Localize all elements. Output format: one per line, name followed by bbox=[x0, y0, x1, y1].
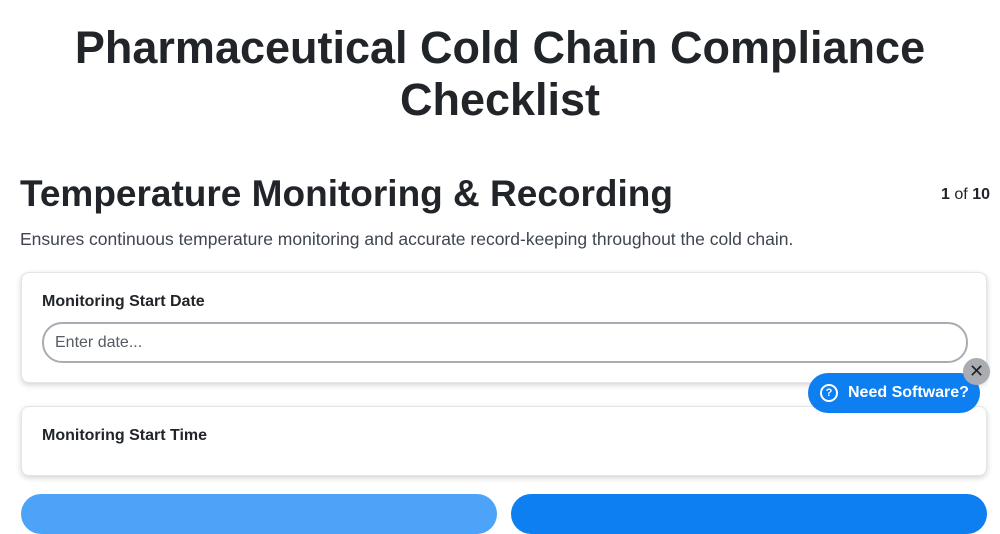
section-description: Ensures continuous temperature monitorin… bbox=[20, 229, 794, 249]
step-current: 1 bbox=[941, 186, 950, 203]
page-title: Pharmaceutical Cold Chain Compliance Che… bbox=[74, 22, 926, 125]
field-card-start-date: Monitoring Start Date bbox=[21, 272, 987, 383]
need-software-label: Need Software? bbox=[848, 384, 969, 401]
close-icon[interactable]: ✕ bbox=[963, 358, 990, 385]
field-card-start-time: Monitoring Start Time bbox=[21, 406, 987, 476]
start-date-input[interactable] bbox=[42, 322, 968, 363]
step-total: 10 bbox=[972, 186, 990, 203]
step-counter: 1 of 10 bbox=[941, 185, 990, 205]
step-of: of bbox=[954, 186, 968, 203]
next-button[interactable] bbox=[511, 494, 987, 534]
field-label-start-time: Monitoring Start Time bbox=[42, 427, 208, 444]
help-circle-icon: ? bbox=[820, 384, 838, 402]
need-software-button[interactable]: ? Need Software? bbox=[808, 373, 980, 413]
section-title: Temperature Monitoring & Recording bbox=[20, 173, 674, 214]
section-header: Temperature Monitoring & Recording 1 of … bbox=[20, 168, 990, 220]
previous-button[interactable] bbox=[21, 494, 497, 534]
field-label-start-date: Monitoring Start Date bbox=[42, 293, 205, 310]
